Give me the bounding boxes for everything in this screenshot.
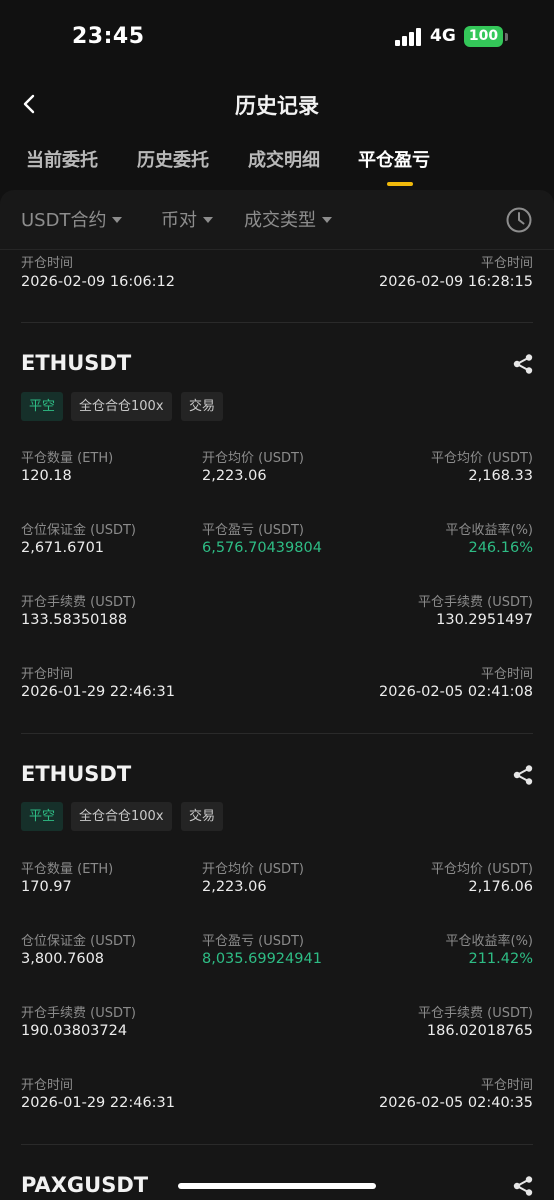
cellular-signal-icon bbox=[395, 28, 422, 46]
open-avg-label: 开仓均价 (USDT) bbox=[202, 862, 304, 877]
share-icon[interactable] bbox=[512, 764, 534, 786]
caret-down-icon bbox=[203, 216, 213, 223]
close-time-label: 平仓时间 bbox=[480, 1078, 533, 1093]
roi-value: 211.42% bbox=[468, 951, 533, 967]
clock-icon[interactable] bbox=[505, 206, 533, 234]
margin-label: 仓位保证金 (USDT) bbox=[21, 523, 136, 538]
tab-order-history[interactable]: 历史委托 bbox=[137, 146, 209, 172]
close-fee-label: 平仓手续费 (USDT) bbox=[418, 1006, 533, 1021]
share-icon[interactable] bbox=[512, 1175, 534, 1197]
side-tag: 平空 bbox=[21, 392, 64, 421]
type-tag: 交易 bbox=[181, 392, 224, 421]
status-time: 23:45 bbox=[72, 24, 145, 49]
close-avg-value: 2,176.06 bbox=[468, 879, 533, 895]
active-tab-indicator bbox=[387, 182, 413, 186]
open-time-label: 开仓时间 bbox=[21, 256, 74, 271]
pnl-label: 平仓盈亏 (USDT) bbox=[202, 934, 304, 949]
close-avg-value: 2,168.33 bbox=[468, 468, 533, 484]
tab-trade-details[interactable]: 成交明细 bbox=[248, 146, 320, 172]
close-qty-label: 平仓数量 (ETH) bbox=[21, 451, 114, 466]
close-time-value: 2026-02-05 02:40:35 bbox=[379, 1095, 533, 1111]
tab-bar: 当前委托 历史委托 成交明细 平仓盈亏 bbox=[0, 136, 554, 186]
close-fee-value: 186.02018765 bbox=[426, 1023, 533, 1039]
caret-down-icon bbox=[322, 216, 332, 223]
record-symbol: PAXGUSDT bbox=[21, 1173, 149, 1197]
record-symbol: ETHUSDT bbox=[21, 762, 132, 786]
record-divider bbox=[21, 733, 533, 734]
open-avg-label: 开仓均价 (USDT) bbox=[202, 451, 304, 466]
tab-closed-pnl[interactable]: 平仓盈亏 bbox=[358, 146, 430, 172]
close-time-label: 平仓时间 bbox=[480, 667, 533, 682]
filter-contract-label: USDT合约 bbox=[21, 210, 107, 231]
open-fee-value: 190.03803724 bbox=[21, 1023, 128, 1039]
home-indicator[interactable] bbox=[178, 1183, 376, 1189]
margin-mode-tag: 全仓合仓100x bbox=[71, 802, 172, 831]
close-time-value: 2026-02-09 16:28:15 bbox=[379, 274, 533, 290]
open-fee-label: 开仓手续费 (USDT) bbox=[21, 595, 136, 610]
open-time-value: 2026-01-29 22:46:31 bbox=[21, 684, 175, 700]
open-time-label: 开仓时间 bbox=[21, 667, 74, 682]
filter-bar: USDT合约 币对 成交类型 bbox=[0, 190, 554, 250]
roi-label: 平仓收益率(%) bbox=[445, 523, 534, 538]
close-fee-value: 130.2951497 bbox=[436, 612, 533, 628]
open-fee-value: 133.58350188 bbox=[21, 612, 128, 628]
filter-pair-label: 币对 bbox=[161, 210, 197, 231]
page-title: 历史记录 bbox=[235, 94, 319, 118]
tab-current-orders[interactable]: 当前委托 bbox=[26, 146, 98, 172]
filter-trade-type[interactable]: 成交类型 bbox=[244, 206, 332, 232]
open-avg-value: 2,223.06 bbox=[202, 468, 267, 484]
record-divider bbox=[21, 1144, 533, 1145]
margin-mode-tag: 全仓合仓100x bbox=[71, 392, 172, 421]
filter-trade-type-label: 成交类型 bbox=[244, 210, 316, 231]
records-list: 开仓时间 平仓时间 2026-02-09 16:06:12 2026-02-09… bbox=[0, 250, 554, 1200]
filter-contract-type[interactable]: USDT合约 bbox=[21, 206, 123, 232]
close-fee-label: 平仓手续费 (USDT) bbox=[418, 595, 533, 610]
open-time-value: 2026-02-09 16:06:12 bbox=[21, 274, 175, 290]
status-bar: 23:45 4G 100 bbox=[0, 0, 554, 76]
open-time-value: 2026-01-29 22:46:31 bbox=[21, 1095, 175, 1111]
roi-label: 平仓收益率(%) bbox=[445, 934, 534, 949]
close-avg-label: 平仓均价 (USDT) bbox=[431, 451, 533, 466]
open-fee-label: 开仓手续费 (USDT) bbox=[21, 1006, 136, 1021]
pnl-label: 平仓盈亏 (USDT) bbox=[202, 523, 304, 538]
roi-value: 246.16% bbox=[468, 540, 533, 556]
open-avg-value: 2,223.06 bbox=[202, 879, 267, 895]
network-type: 4G bbox=[430, 26, 456, 46]
close-qty-value: 120.18 bbox=[21, 468, 72, 484]
margin-value: 2,671.6701 bbox=[21, 540, 105, 556]
pnl-value: 8,035.69924941 bbox=[202, 951, 322, 967]
nav-bar: 历史记录 bbox=[0, 76, 554, 132]
close-time-value: 2026-02-05 02:41:08 bbox=[379, 684, 533, 700]
open-time-label: 开仓时间 bbox=[21, 1078, 74, 1093]
caret-down-icon bbox=[112, 216, 123, 223]
filter-pair[interactable]: 币对 bbox=[161, 206, 213, 232]
battery-nub bbox=[505, 33, 508, 41]
close-qty-value: 170.97 bbox=[21, 879, 72, 895]
side-tag: 平空 bbox=[21, 802, 64, 831]
margin-value: 3,800.7608 bbox=[21, 951, 105, 967]
record-symbol: ETHUSDT bbox=[21, 351, 132, 375]
close-qty-label: 平仓数量 (ETH) bbox=[21, 862, 114, 877]
type-tag: 交易 bbox=[181, 802, 224, 831]
battery-icon: 100 bbox=[464, 26, 503, 47]
share-icon[interactable] bbox=[512, 353, 534, 375]
margin-label: 仓位保证金 (USDT) bbox=[21, 934, 136, 949]
record-divider bbox=[21, 322, 533, 323]
pnl-value: 6,576.70439804 bbox=[202, 540, 322, 556]
close-time-label: 平仓时间 bbox=[480, 256, 533, 271]
close-avg-label: 平仓均价 (USDT) bbox=[431, 862, 533, 877]
